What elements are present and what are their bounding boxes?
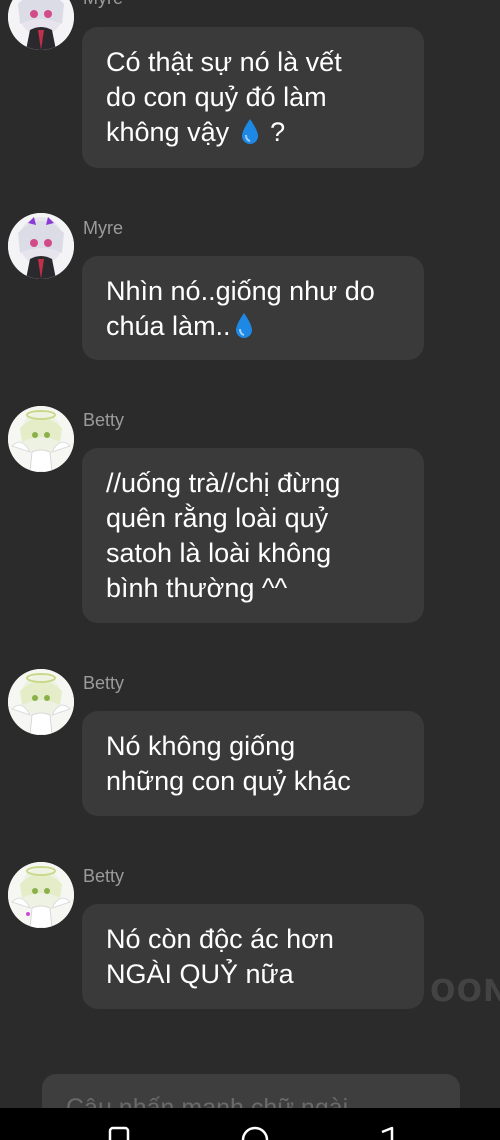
sender-name: Betty: [83, 866, 125, 886]
back-icon[interactable]: [374, 1124, 404, 1140]
myre-avatar-icon: [8, 0, 74, 50]
message-line: không vậy ?: [106, 115, 402, 150]
message-line: satoh là loài không: [106, 538, 332, 568]
avatar-betty[interactable]: [8, 669, 74, 735]
message-line: //uống trà//chị đừng: [106, 468, 341, 498]
avatar-betty[interactable]: [8, 862, 74, 928]
sender-name: Betty: [83, 673, 125, 693]
message-line: NGÀI QUỶ nữa: [106, 959, 294, 989]
betty-avatar-icon: [8, 862, 74, 928]
sender-name: Myre: [83, 0, 123, 8]
recent-apps-icon[interactable]: [104, 1124, 134, 1140]
message-line: bình thường ^^: [106, 573, 288, 603]
avatar-myre[interactable]: [8, 0, 74, 50]
betty-avatar-icon: [8, 406, 74, 472]
message-bubble[interactable]: Nhìn nó..giống như do chúa làm..: [82, 256, 424, 360]
message-line: Nhìn nó..giống như do: [106, 276, 375, 306]
message-bubble[interactable]: Nó không giống những con quỷ khác: [82, 711, 424, 816]
message-text: không vậy: [106, 117, 230, 147]
chat-screen: Myre Có thật sự nó là vết do con quỷ đó …: [0, 0, 500, 1140]
message-text: ?: [262, 117, 286, 147]
sender-name: Betty: [83, 410, 125, 430]
message-line: Có thật sự nó là vết: [106, 47, 342, 77]
message-line: Nó không giống: [106, 731, 296, 761]
home-icon[interactable]: [240, 1124, 270, 1140]
message-line: những con quỷ khác: [106, 766, 351, 796]
sender-name: Myre: [83, 218, 123, 238]
message-text: chúa làm..: [106, 311, 231, 341]
avatar-betty[interactable]: [8, 406, 74, 472]
message-bubble[interactable]: Nó còn độc ác hơn NGÀI QUỶ nữa: [82, 904, 424, 1009]
message-bubble[interactable]: Có thật sự nó là vết do con quỷ đó làm k…: [82, 27, 424, 168]
message-line: Nó còn độc ác hơn: [106, 924, 334, 954]
watermark-logo: OON: [430, 974, 500, 1009]
message-line: chúa làm..: [106, 309, 402, 344]
betty-avatar-icon: [8, 669, 74, 735]
avatar-myre[interactable]: [8, 213, 74, 279]
message-line: quên rằng loài quỷ: [106, 503, 329, 533]
myre-avatar-icon: [8, 213, 74, 279]
message-line: do con quỷ đó làm: [106, 82, 327, 112]
water-drop-icon: [241, 119, 258, 144]
water-drop-icon: [235, 313, 252, 338]
system-nav-bar: [0, 1108, 500, 1140]
message-bubble[interactable]: //uống trà//chị đừng quên rằng loài quỷ …: [82, 448, 424, 623]
